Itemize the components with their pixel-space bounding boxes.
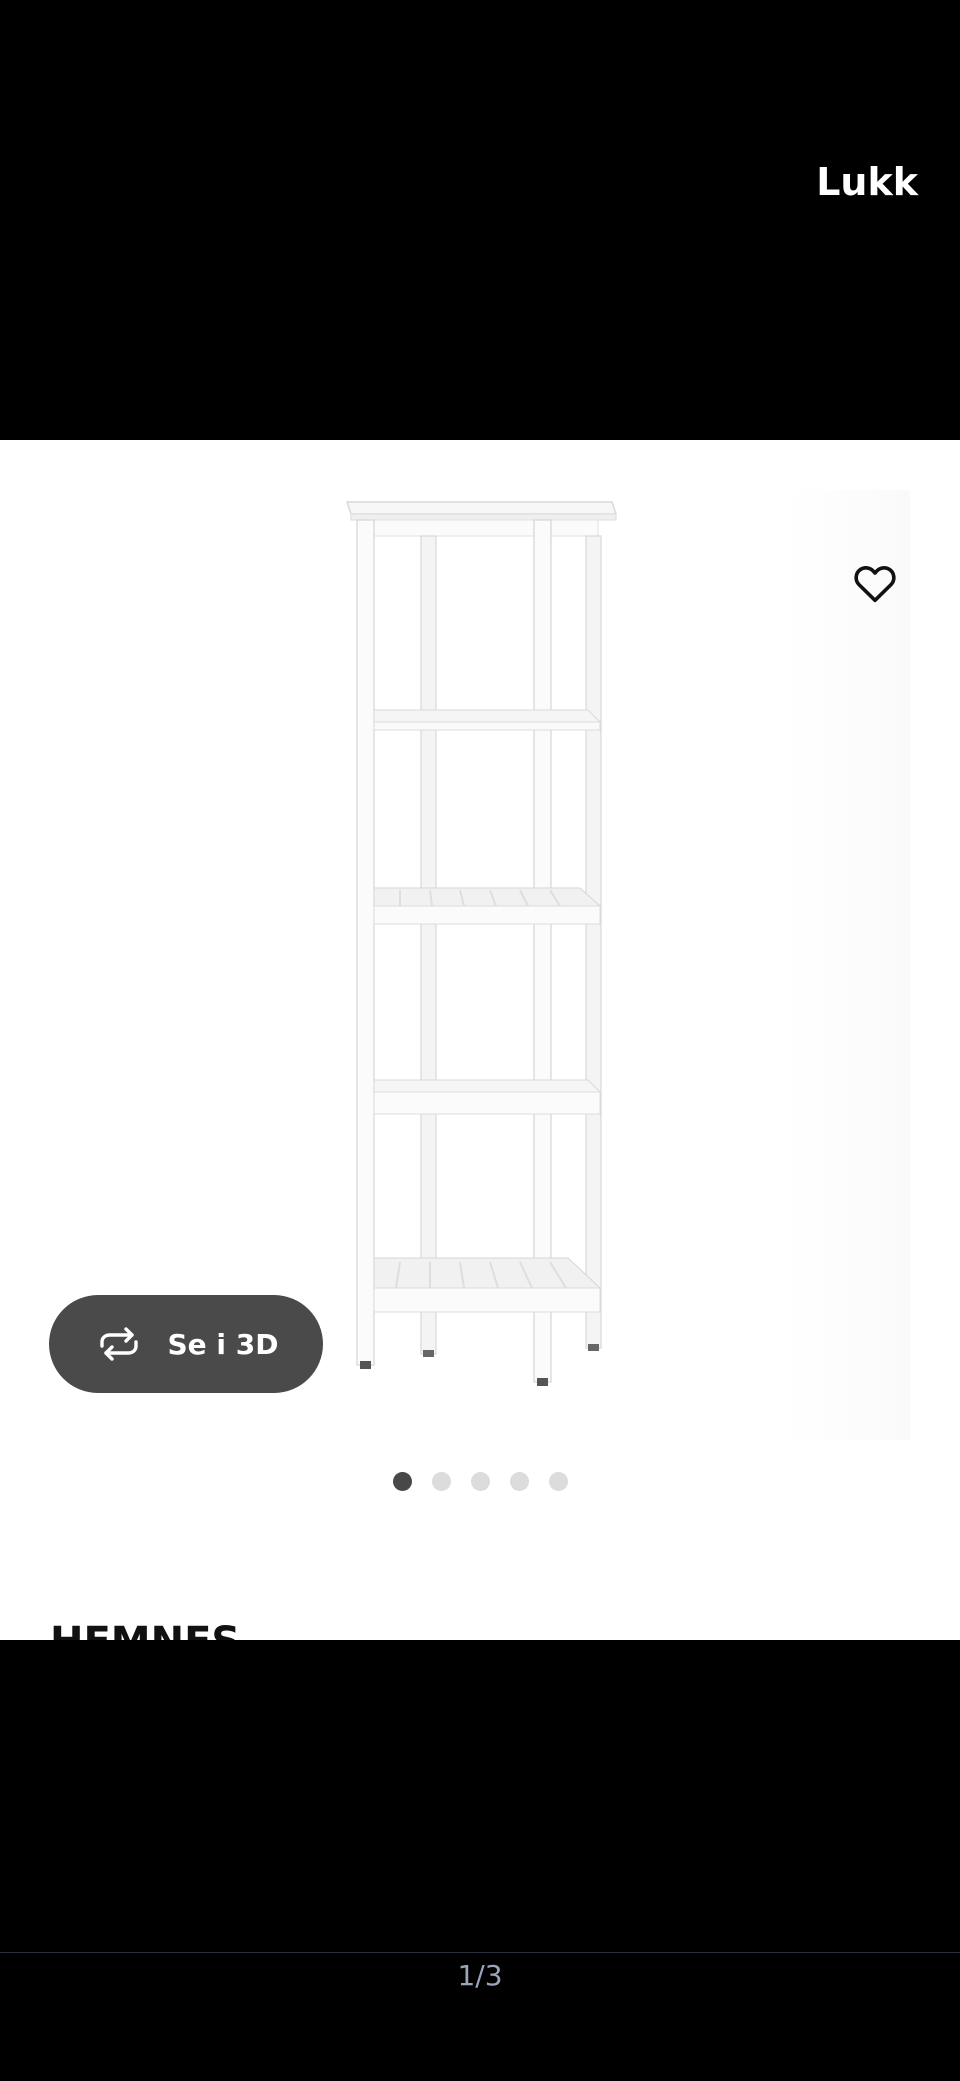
carousel-dots xyxy=(0,1472,960,1491)
rotate-arrows-icon xyxy=(99,1327,138,1361)
carousel-dot-4[interactable] xyxy=(509,1472,529,1491)
product-image xyxy=(345,490,910,1440)
carousel-dot-5[interactable] xyxy=(548,1472,568,1491)
carousel-dot-3[interactable] xyxy=(470,1472,490,1491)
image-viewer: Lukk Se i 3D 1/3 xyxy=(0,0,960,2081)
favorite-button[interactable] xyxy=(840,548,910,618)
divider xyxy=(0,1952,960,1953)
heart-outline-icon xyxy=(854,566,896,603)
page-counter: 1/3 xyxy=(457,1959,503,1992)
carousel-dot-2[interactable] xyxy=(431,1472,451,1491)
product-image-container: Se i 3D HEMNES xyxy=(0,440,960,1640)
view-in-3d-button[interactable]: Se i 3D xyxy=(49,1295,323,1393)
close-button[interactable]: Lukk xyxy=(816,160,918,204)
product-name: HEMNES xyxy=(50,1618,240,1640)
view-in-3d-label: Se i 3D xyxy=(167,1327,279,1361)
carousel-dot-1[interactable] xyxy=(392,1472,412,1491)
